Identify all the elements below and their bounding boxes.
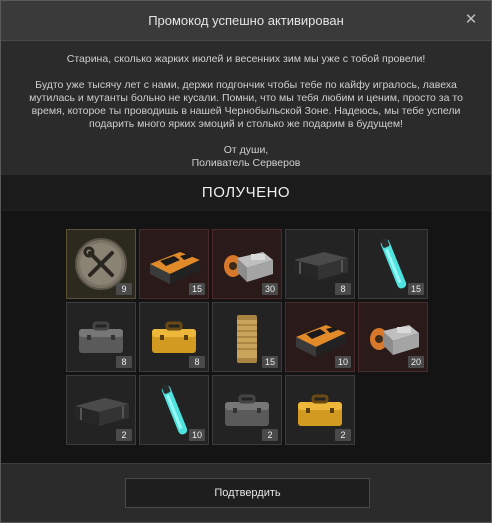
close-icon[interactable]: ✕	[463, 12, 479, 28]
reward-grid: 9 15 30 8 15 8 8 15 10 20 2 10 2 2	[1, 212, 491, 462]
received-header: ПОЛУЧЕНО	[1, 175, 491, 211]
promo-message: Старина, сколько жарких июлей и весенних…	[1, 41, 491, 175]
confirm-button[interactable]: Подтвердить	[125, 478, 370, 508]
reward-item[interactable]: 30	[212, 229, 282, 299]
item-count-badge: 15	[261, 356, 278, 368]
reward-item[interactable]: 8	[66, 302, 136, 372]
reward-item[interactable]: 2	[285, 375, 355, 445]
reward-item[interactable]: 15	[212, 302, 282, 372]
reward-item[interactable]: 8	[139, 302, 209, 372]
item-count-badge: 15	[188, 283, 205, 295]
signature-line-2: Поливатель Серверов	[191, 157, 301, 169]
item-count-badge: 2	[116, 429, 132, 441]
message-paragraph-2: Будто уже тысячу лет с нами, держи подго…	[29, 79, 463, 130]
item-count-badge: 10	[334, 356, 351, 368]
received-label: ПОЛУЧЕНО	[201, 184, 291, 201]
reward-item[interactable]: 8	[285, 229, 355, 299]
message-line-1: Старина, сколько жарких июлей и весенних…	[66, 53, 426, 65]
reward-item[interactable]: 9	[66, 229, 136, 299]
item-count-badge: 8	[335, 283, 351, 295]
item-count-badge: 10	[188, 429, 205, 441]
reward-item[interactable]: 2	[212, 375, 282, 445]
dialog-title: Промокод успешно активирован	[148, 13, 344, 28]
reward-item[interactable]: 2	[66, 375, 136, 445]
reward-item[interactable]: 15	[139, 229, 209, 299]
reward-item[interactable]: 10	[139, 375, 209, 445]
item-count-badge: 20	[407, 356, 424, 368]
item-count-badge: 9	[116, 283, 132, 295]
item-count-badge: 2	[262, 429, 278, 441]
dialog-titlebar: Промокод успешно активирован ✕	[1, 1, 491, 41]
item-count-badge: 15	[407, 283, 424, 295]
dialog-footer: Подтвердить	[1, 463, 491, 522]
promo-dialog: Промокод успешно активирован ✕ Старина, …	[0, 0, 492, 523]
reward-item[interactable]: 10	[285, 302, 355, 372]
item-count-badge: 2	[335, 429, 351, 441]
signature-line-1: От души,	[223, 144, 269, 156]
item-count-badge: 8	[189, 356, 205, 368]
reward-item[interactable]: 20	[358, 302, 428, 372]
item-count-badge: 30	[261, 283, 278, 295]
item-count-badge: 8	[116, 356, 132, 368]
reward-item[interactable]: 15	[358, 229, 428, 299]
